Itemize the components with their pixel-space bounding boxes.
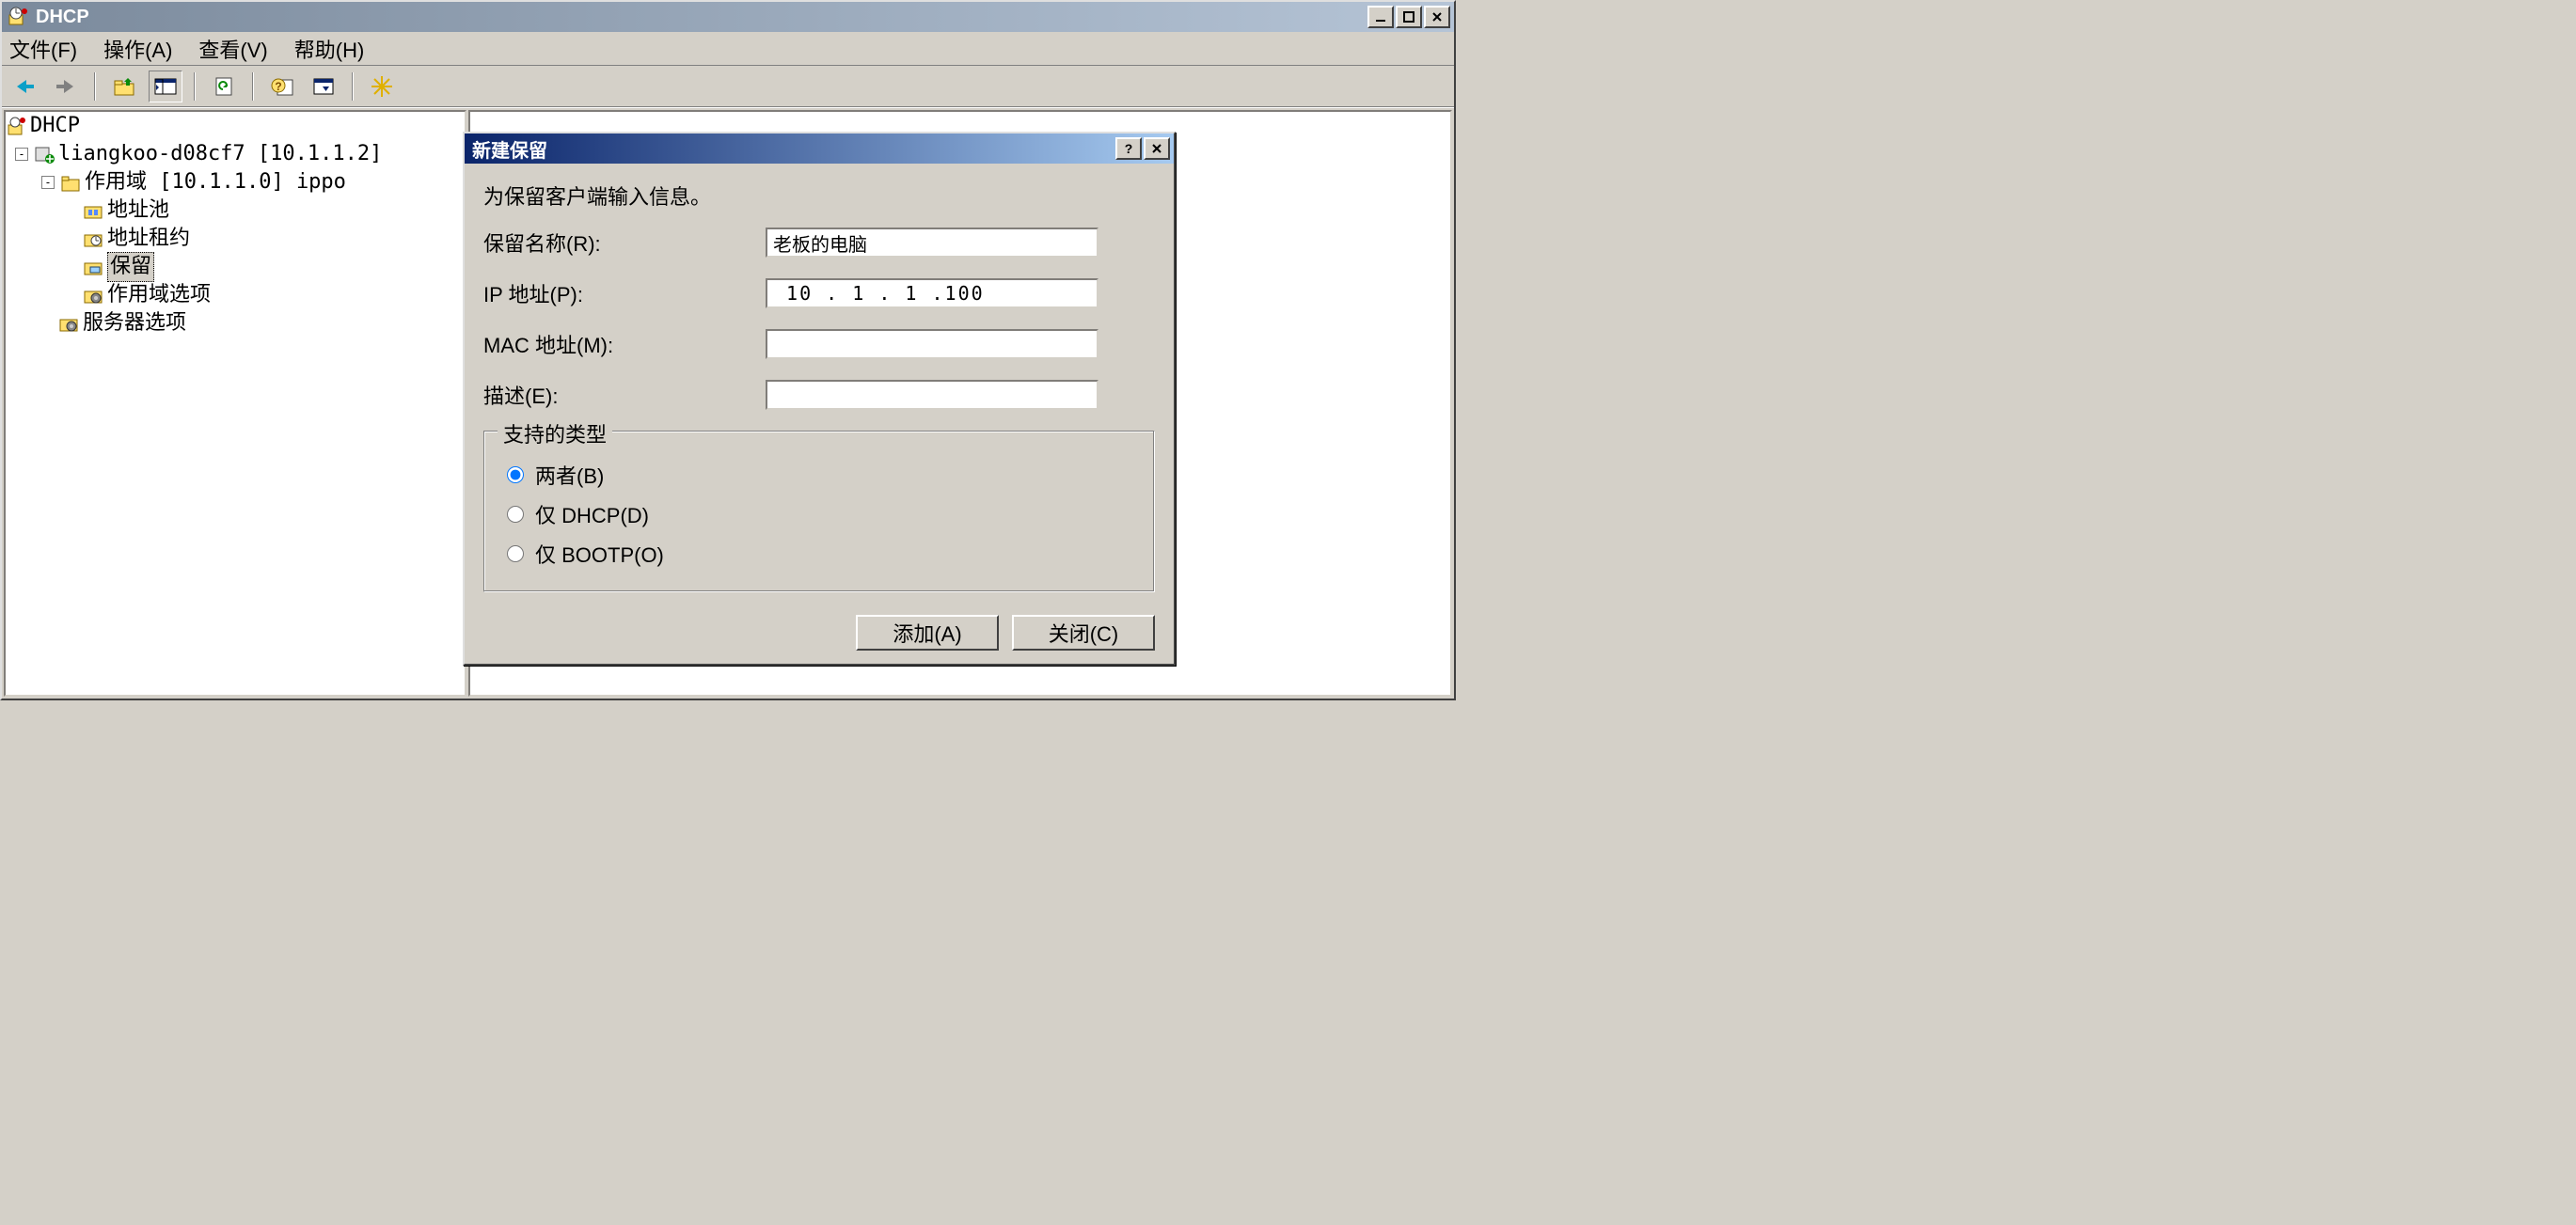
forward-button[interactable] — [49, 71, 83, 102]
dhcp-app-icon — [6, 6, 28, 28]
menu-action[interactable]: 操作(A) — [103, 34, 172, 64]
leases-icon — [83, 228, 103, 249]
radio-both-row[interactable]: 两者(B) — [507, 460, 1131, 490]
tree-scope-options-label[interactable]: 作用域选项 — [107, 281, 211, 309]
close-button[interactable] — [1424, 6, 1450, 28]
radio-dhcp-label: 仅 DHCP(D) — [535, 499, 649, 529]
server-options-icon — [58, 313, 79, 334]
toolbar-separator — [352, 72, 354, 101]
description-input[interactable] — [766, 380, 1098, 410]
tree-pane[interactable]: DHCP - liangkoo-d08cf7 [10.1 — [4, 110, 466, 697]
menu-file[interactable]: 文件(F) — [9, 34, 77, 64]
dialog-help-button[interactable]: ? — [1115, 137, 1142, 160]
menu-help[interactable]: 帮助(H) — [294, 34, 365, 64]
main-titlebar[interactable]: DHCP — [2, 2, 1454, 32]
dhcp-root-icon — [6, 116, 26, 136]
svg-text:?: ? — [1125, 142, 1133, 155]
reservation-name-input[interactable] — [766, 228, 1098, 258]
new-item-button[interactable] — [365, 71, 399, 102]
tree-scope-label[interactable]: 作用域 [10.1.1.0] ippo — [85, 168, 346, 196]
mac-address-label: MAC 地址(M): — [483, 329, 766, 359]
new-reservation-dialog: 新建保留 ? 为保留客户端输入信息。 保留名称(R): IP 地址(P): MA… — [463, 132, 1176, 666]
radio-bootp-row[interactable]: 仅 BOOTP(O) — [507, 539, 1131, 569]
up-folder-button[interactable] — [107, 71, 141, 102]
close-dialog-button[interactable]: 关闭(C) — [1012, 615, 1155, 651]
menu-view[interactable]: 查看(V) — [198, 34, 267, 64]
reservations-icon — [83, 257, 103, 277]
address-pool-icon — [83, 200, 103, 221]
server-icon — [34, 144, 55, 165]
ip-address-input[interactable] — [766, 278, 1098, 308]
tree-address-pool-label[interactable]: 地址池 — [107, 196, 169, 225]
collapse-toggle-icon[interactable]: - — [15, 148, 28, 161]
reservation-name-label: 保留名称(R): — [483, 228, 766, 258]
folder-icon — [60, 172, 81, 193]
supported-types-group: 支持的类型 两者(B) 仅 DHCP(D) 仅 BOOTP(O) — [483, 431, 1155, 592]
svg-text:?: ? — [275, 80, 281, 93]
dialog-titlebar[interactable]: 新建保留 ? — [465, 133, 1174, 164]
tree-reservations-label[interactable]: 保留 — [107, 252, 154, 282]
dialog-intro-text: 为保留客户端输入信息。 — [483, 181, 1155, 211]
radio-bootp-only[interactable] — [507, 545, 524, 562]
radio-dhcp-row[interactable]: 仅 DHCP(D) — [507, 499, 1131, 529]
minimize-button[interactable] — [1367, 6, 1394, 28]
properties-button[interactable] — [307, 71, 340, 102]
help-button[interactable]: ? — [265, 71, 299, 102]
tree-leases-label[interactable]: 地址租约 — [107, 225, 190, 253]
description-label: 描述(E): — [483, 380, 766, 410]
add-button[interactable]: 添加(A) — [856, 615, 999, 651]
radio-dhcp-only[interactable] — [507, 506, 524, 523]
ip-address-label: IP 地址(P): — [483, 278, 766, 308]
maximize-button[interactable] — [1396, 6, 1422, 28]
tree-server-options-label[interactable]: 服务器选项 — [83, 309, 186, 338]
view-mode-button[interactable] — [149, 71, 182, 102]
menubar: 文件(F) 操作(A) 查看(V) 帮助(H) — [2, 32, 1454, 66]
radio-bootp-label: 仅 BOOTP(O) — [535, 539, 664, 569]
radio-both[interactable] — [507, 466, 524, 483]
radio-both-label: 两者(B) — [535, 460, 604, 490]
main-title-text: DHCP — [32, 7, 1366, 28]
supported-types-legend: 支持的类型 — [498, 418, 612, 448]
toolbar-separator — [252, 72, 254, 101]
tree-root-label[interactable]: DHCP — [30, 112, 80, 140]
refresh-button[interactable] — [207, 71, 241, 102]
back-button[interactable] — [8, 71, 41, 102]
toolbar: ? — [2, 66, 1454, 107]
mac-address-input[interactable] — [766, 329, 1098, 359]
scope-options-icon — [83, 285, 103, 306]
toolbar-separator — [94, 72, 96, 101]
collapse-toggle-icon[interactable]: - — [41, 176, 55, 189]
dialog-body: 为保留客户端输入信息。 保留名称(R): IP 地址(P): MAC 地址(M)… — [465, 164, 1174, 664]
dialog-title-text: 新建保留 — [468, 135, 1114, 163]
dialog-close-button[interactable] — [1144, 137, 1170, 160]
toolbar-separator — [194, 72, 196, 101]
tree-server-label[interactable]: liangkoo-d08cf7 [10.1.1.2] — [58, 140, 382, 168]
